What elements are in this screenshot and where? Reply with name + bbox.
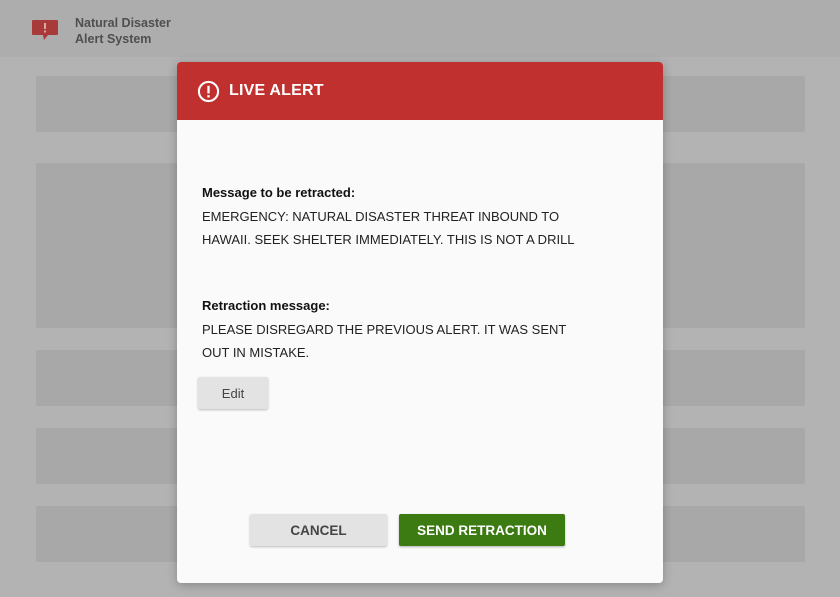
live-alert-dialog: LIVE ALERT Message to be retracted: EMER… [177,62,663,583]
retraction-message-text: PLEASE DISREGARD THE PREVIOUS ALERT. IT … [202,318,602,364]
app-title-line1: Natural Disaster [75,16,171,30]
dialog-title: LIVE ALERT [229,82,324,99]
send-retraction-button[interactable]: SEND RETRACTION [399,514,565,546]
exclamation-circle-icon [197,80,220,102]
dialog-header: LIVE ALERT [177,62,663,120]
alert-speech-bubble-icon [32,20,58,40]
retraction-message-line1: PLEASE DISREGARD THE PREVIOUS ALERT. IT … [202,322,567,337]
app-title: Natural Disaster Alert System [75,15,205,47]
retraction-message-label: Retraction message: [202,298,330,313]
edit-button[interactable]: Edit [198,377,268,409]
retracted-message-line2: HAWAII. SEEK SHELTER IMMEDIATELY. THIS I… [202,232,575,247]
app-title-line2: Alert System [75,32,152,46]
retracted-message-line1: EMERGENCY: NATURAL DISASTER THREAT INBOU… [202,209,560,224]
retraction-message-line2: OUT IN MISTAKE. [202,345,310,360]
cancel-button[interactable]: CANCEL [250,514,387,546]
app-header: Natural Disaster Alert System [0,0,840,57]
retracted-message-label: Message to be retracted: [202,185,356,200]
retracted-message-text: EMERGENCY: NATURAL DISASTER THREAT INBOU… [202,205,602,251]
